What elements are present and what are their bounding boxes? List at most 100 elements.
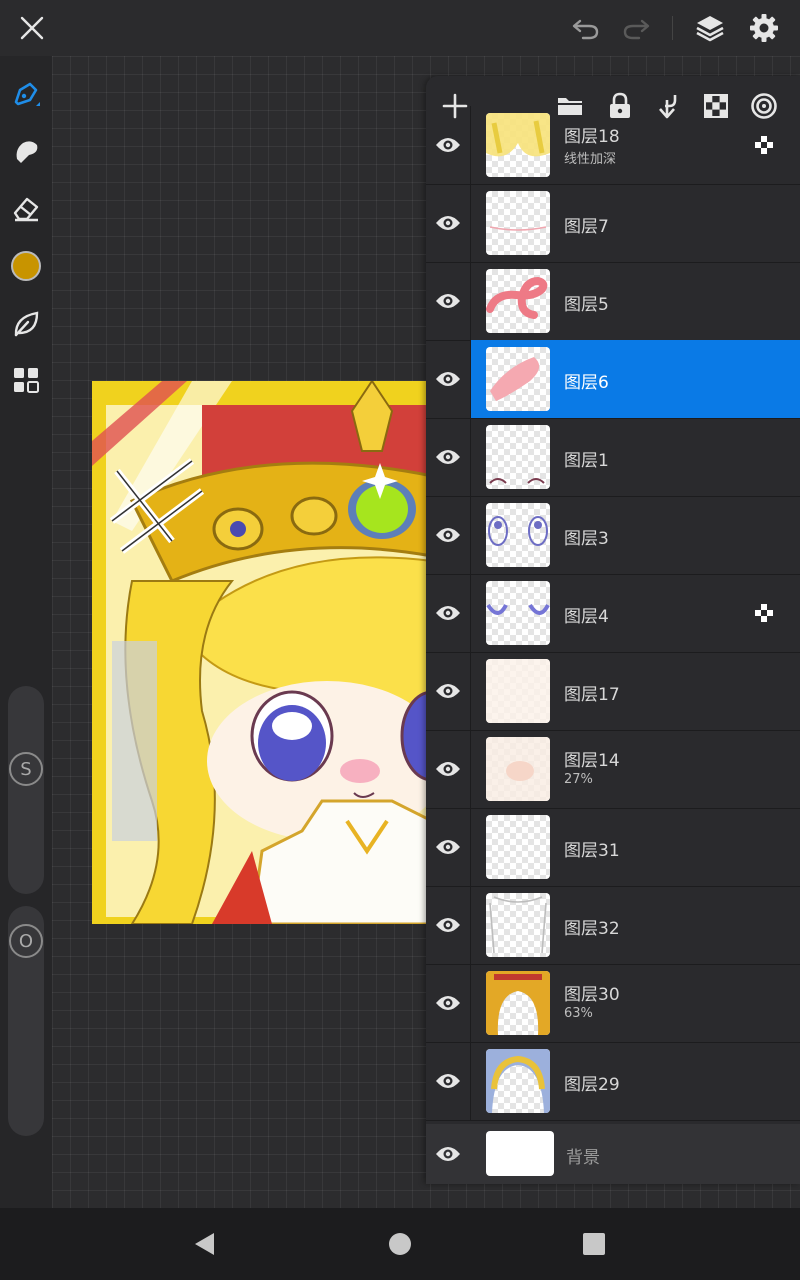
color-swatch[interactable] (6, 246, 46, 286)
recents-icon[interactable] (576, 1226, 612, 1262)
layer-thumbnail (486, 971, 550, 1035)
visibility-toggle[interactable] (426, 574, 471, 652)
layer-row[interactable]: 图层17 (426, 652, 800, 731)
layer-name: 图层30 (564, 985, 620, 1005)
layer-row[interactable]: 图层7 (426, 184, 800, 263)
layer-row[interactable]: 图层31 (426, 808, 800, 887)
layer-content[interactable]: 图层29 (471, 1042, 800, 1120)
tools-sidebar: S O (0, 56, 52, 1208)
toolbar-divider (672, 16, 673, 40)
layer-name: 图层17 (564, 685, 620, 705)
artwork-illustration (92, 381, 432, 924)
layer-row[interactable]: 图层29 (426, 1042, 800, 1121)
opacity-slider-knob[interactable]: O (9, 924, 43, 958)
visibility-toggle[interactable] (426, 184, 471, 262)
top-bar (0, 0, 800, 56)
layer-content[interactable]: 图层5 (471, 262, 800, 340)
layer-row[interactable]: 图层5 (426, 262, 800, 341)
leaf-icon[interactable] (6, 304, 46, 344)
opacity-slider-label: O (18, 930, 34, 952)
layer-thumbnail (486, 113, 550, 177)
layer-content[interactable]: 图层14 27% (471, 730, 800, 808)
layer-thumbnail (486, 1049, 550, 1113)
visibility-toggle[interactable] (426, 106, 471, 184)
layer-thumbnail (486, 737, 550, 801)
size-slider-label: S (20, 758, 32, 780)
visibility-toggle[interactable] (426, 496, 471, 574)
layers-icon[interactable] (690, 8, 730, 48)
back-icon[interactable] (186, 1226, 222, 1262)
visibility-toggle[interactable] (426, 340, 471, 418)
alpha-lock-icon[interactable] (754, 135, 774, 155)
eye-icon (436, 1147, 460, 1161)
smudge-tool-icon[interactable] (6, 132, 46, 172)
layer-thumbnail (486, 659, 550, 723)
visibility-toggle[interactable] (426, 730, 471, 808)
visibility-toggle[interactable] (426, 418, 471, 496)
layer-row[interactable]: 图层18 线性加深 (426, 106, 800, 185)
layer-content[interactable]: 图层4 (471, 574, 800, 652)
layer-name: 图层31 (564, 841, 620, 861)
eye-icon (436, 762, 460, 776)
close-icon[interactable] (12, 8, 52, 48)
eye-icon (436, 606, 460, 620)
layer-content[interactable]: 图层17 (471, 652, 800, 730)
visibility-toggle[interactable] (426, 1042, 471, 1120)
layer-name: 图层18 (564, 127, 620, 147)
background-layer-row[interactable]: 背景 (426, 1124, 800, 1184)
layer-content[interactable]: 图层18 线性加深 (471, 106, 800, 184)
redo-icon[interactable] (616, 8, 656, 48)
layer-row[interactable]: 图层14 27% (426, 730, 800, 809)
layer-name: 图层14 (564, 751, 620, 771)
artwork-canvas[interactable] (92, 381, 432, 924)
visibility-toggle[interactable] (426, 262, 471, 340)
layer-thumbnail (486, 269, 550, 333)
brush-tool-icon[interactable] (6, 74, 46, 114)
layer-name: 图层32 (564, 919, 620, 939)
system-nav-bar (0, 1208, 800, 1280)
eraser-tool-icon[interactable] (6, 188, 46, 228)
layer-thumbnail (486, 815, 550, 879)
background-layer-name: 背景 (566, 1148, 600, 1168)
brush-size-slider[interactable]: S (8, 686, 44, 894)
size-slider-knob[interactable]: S (9, 752, 43, 786)
visibility-toggle[interactable] (426, 886, 471, 964)
undo-icon[interactable] (566, 8, 606, 48)
layer-row[interactable]: 图层30 63% (426, 964, 800, 1043)
eye-icon (436, 450, 460, 464)
layer-content[interactable]: 图层7 (471, 184, 800, 262)
layer-row[interactable]: 图层4 (426, 574, 800, 653)
layer-row[interactable]: 图层1 (426, 418, 800, 497)
layer-content[interactable]: 图层30 63% (471, 964, 800, 1042)
visibility-toggle[interactable] (426, 1124, 470, 1184)
layer-name: 图层3 (564, 529, 609, 549)
layer-thumbnail (486, 581, 550, 645)
layer-content[interactable]: 图层32 (471, 886, 800, 964)
layer-content[interactable]: 图层1 (471, 418, 800, 496)
eye-icon (436, 138, 460, 152)
layer-thumbnail (486, 1131, 554, 1176)
visibility-toggle[interactable] (426, 808, 471, 886)
layer-name: 图层7 (564, 217, 609, 237)
layer-row[interactable]: 图层6 (426, 340, 800, 419)
alpha-lock-icon[interactable] (754, 603, 774, 623)
visibility-toggle[interactable] (426, 964, 471, 1042)
layer-thumbnail (486, 347, 550, 411)
layer-row[interactable]: 图层3 (426, 496, 800, 575)
visibility-toggle[interactable] (426, 652, 471, 730)
gear-icon[interactable] (744, 8, 784, 48)
brush-opacity-slider[interactable]: O (8, 906, 44, 1136)
eye-icon (436, 918, 460, 932)
home-icon[interactable] (382, 1226, 418, 1262)
grid-icon[interactable] (6, 360, 46, 400)
layer-name: 图层1 (564, 451, 609, 471)
layer-content[interactable]: 图层31 (471, 808, 800, 886)
layer-name: 图层5 (564, 295, 609, 315)
layer-content[interactable]: 图层6 (471, 340, 800, 418)
layer-blend-opacity: 63% (564, 1006, 593, 1021)
layer-thumbnail (486, 191, 550, 255)
layer-row[interactable]: 图层32 (426, 886, 800, 965)
layer-thumbnail (486, 893, 550, 957)
layer-blend-opacity: 27% (564, 772, 593, 787)
layer-content[interactable]: 图层3 (471, 496, 800, 574)
